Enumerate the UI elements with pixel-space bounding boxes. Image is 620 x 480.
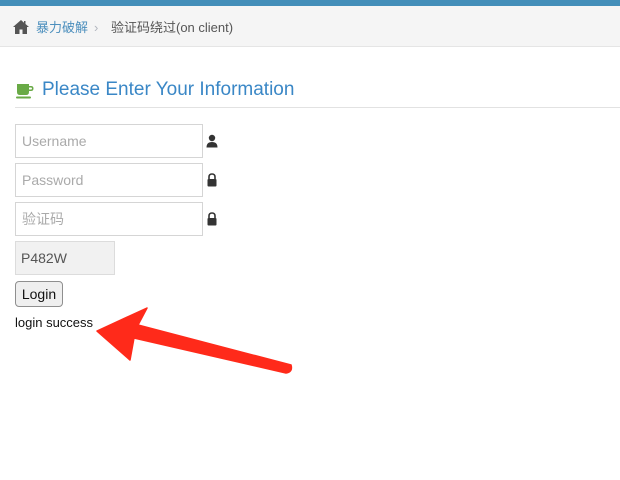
login-result-message: login success <box>15 315 94 330</box>
breadcrumb-current: 验证码绕过(on client) <box>111 20 234 35</box>
annotation-arrow <box>96 307 293 374</box>
breadcrumb: 暴力破解 › 验证码绕过(on client) <box>0 6 620 47</box>
vcode-input[interactable] <box>15 202 203 236</box>
lock-icon <box>207 212 217 226</box>
login-button[interactable]: Login <box>15 281 63 307</box>
home-icon[interactable] <box>12 19 30 35</box>
title-divider <box>15 107 620 108</box>
password-input[interactable] <box>15 163 203 197</box>
username-input[interactable] <box>15 124 203 158</box>
coffee-cup-icon <box>16 84 34 99</box>
breadcrumb-home-link[interactable]: 暴力破解 <box>36 19 88 37</box>
page-title: Please Enter Your Information <box>42 79 295 100</box>
breadcrumb-separator: › <box>94 20 99 35</box>
captcha-display[interactable]: P482W <box>15 241 115 275</box>
lock-icon <box>207 173 217 187</box>
user-icon <box>206 134 218 148</box>
